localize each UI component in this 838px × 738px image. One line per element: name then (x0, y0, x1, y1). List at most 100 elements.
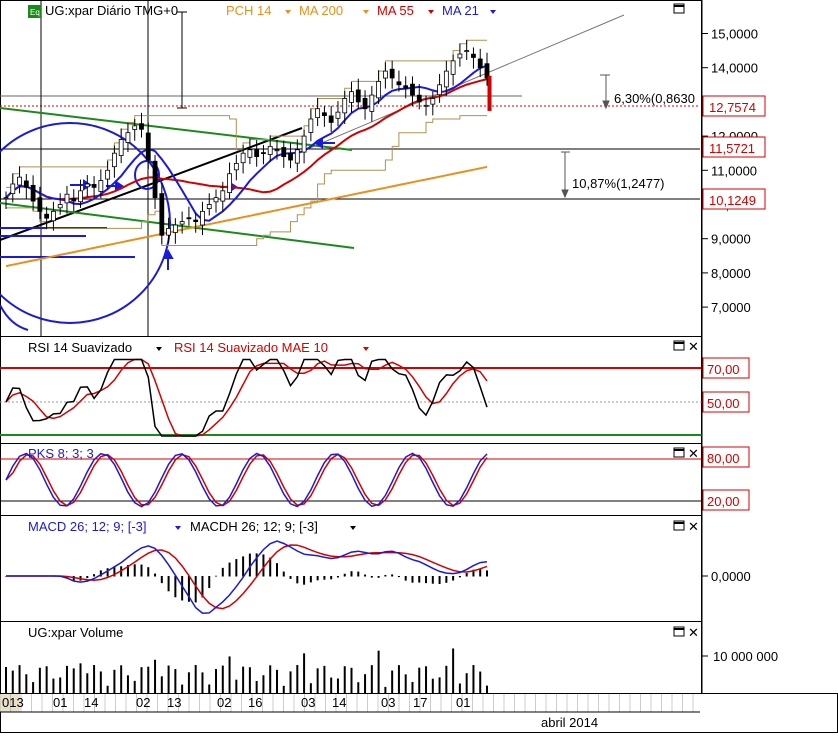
close-icon[interactable]: ✕ (688, 339, 699, 354)
pch-lower (6, 115, 487, 246)
candle (23, 180, 29, 188)
candle (423, 104, 429, 107)
chevron-down-icon (490, 10, 496, 14)
pks-level-20: 20,00 (707, 494, 740, 509)
legend-macd[interactable]: MACD 26; 12; 9; [-3] (28, 519, 147, 534)
legend-ma200[interactable]: MA 200 (299, 3, 343, 18)
price-tick-label: 14,0000 (711, 61, 758, 76)
candle (78, 190, 83, 203)
price-tick-label: 15,0000 (711, 27, 758, 42)
legend-pks[interactable]: PKS 8; 3; 3 (28, 446, 94, 461)
chevron-down-icon (428, 10, 434, 14)
candle (322, 112, 327, 116)
candle (71, 197, 77, 202)
candle (172, 224, 178, 233)
legend-symbol[interactable]: UG:xpar Diário TMG+0 (45, 3, 178, 18)
macd-zero-label: 0,0000 (711, 569, 751, 584)
legend-rsi[interactable]: RSI 14 Suavizado (28, 340, 132, 355)
pks-k-line[interactable] (5, 452, 488, 508)
candle (355, 89, 361, 103)
value-box-level-2: 10,1249 (702, 188, 766, 210)
time-axis[interactable]: 013 01 14 02 13 02 16 03 14 03 17 01 abr… (0, 694, 700, 730)
pks-d-line[interactable] (5, 453, 488, 507)
legend-pch[interactable]: PCH 14 (226, 3, 272, 18)
ma200-line[interactable] (5, 165, 488, 268)
candle (457, 53, 463, 59)
main-pane: 6,30%(0,8630 10,87%(1,2477) (0, 0, 700, 336)
rsi-line[interactable] (5, 358, 488, 437)
chart-window: 6,30%(0,8630 10,87%(1,2477) 15,0000 14,00… (0, 0, 838, 733)
legend-ma21[interactable]: MA 21 (442, 3, 479, 18)
candle (3, 197, 9, 200)
candle (294, 149, 300, 164)
candle (396, 81, 402, 86)
value-box-last: 12,7574 (702, 95, 766, 117)
candle (349, 91, 354, 103)
rsi-pane: RSI 14 Suavizado RSI 14 Suavizado MAE 10… (0, 336, 750, 443)
candle (261, 152, 266, 154)
candle (443, 70, 449, 88)
svg-text:11,5721: 11,5721 (709, 141, 755, 156)
candle (200, 210, 205, 226)
chevron-down-icon (175, 526, 181, 530)
candle (410, 83, 415, 96)
candle (145, 132, 151, 161)
legend-rsi-mae[interactable]: RSI 14 Suavizado MAE 10 (174, 340, 328, 355)
macd-line[interactable] (6, 540, 488, 614)
pch-band (6, 39, 487, 246)
candle (315, 108, 321, 119)
x-label: 02 (217, 695, 231, 710)
x-label: 14 (84, 695, 98, 710)
candle (233, 163, 239, 171)
legend-volume[interactable]: UG:xpar Volume (28, 625, 123, 640)
candle (64, 193, 70, 204)
candle (437, 84, 442, 96)
macd-signal-line[interactable] (6, 544, 488, 610)
candle (274, 149, 280, 152)
chevron-down-icon (363, 347, 369, 351)
candle (376, 80, 382, 99)
candle (389, 68, 395, 79)
candle (430, 98, 436, 105)
volume-pane: UG:xpar Volume ✕ 10 000 000 (5, 621, 778, 693)
chevron-down-icon (363, 10, 369, 14)
candle (369, 94, 375, 112)
volume-level-label: 10 000 000 (713, 649, 778, 664)
pks-pane: PKS 8; 3; 3 ✕ 80,00 20,00 (0, 443, 750, 515)
candle (213, 197, 219, 203)
legend-macdh[interactable]: MACDH 26; 12; 9; [-3] (190, 519, 318, 534)
legend-ma55[interactable]: MA 55 (377, 3, 414, 18)
candle (227, 173, 232, 194)
annotation-pct-2: 10,87%(1,2477) (572, 176, 665, 191)
candle (159, 193, 165, 236)
candle (84, 183, 90, 188)
close-icon[interactable]: ✕ (688, 519, 699, 534)
candle (10, 183, 16, 194)
candle (57, 204, 63, 209)
svg-text:Eq: Eq (30, 8, 40, 17)
candle (450, 60, 456, 75)
close-icon[interactable]: ✕ (688, 625, 699, 640)
pch-upper (6, 39, 487, 188)
candle (288, 153, 293, 161)
candle (139, 123, 144, 130)
close-icon[interactable]: ✕ (688, 446, 699, 461)
main-legend: Eq UG:xpar Diário TMG+0 PCH 14 MA 200 MA… (28, 3, 685, 18)
candle (44, 213, 50, 219)
price-tick-label: 7,0000 (711, 300, 751, 315)
candle (30, 184, 36, 202)
x-label: 13 (167, 695, 181, 710)
circle-tool[interactable] (0, 122, 171, 324)
chevron-down-icon (350, 526, 356, 530)
x-label: 16 (248, 695, 262, 710)
x-label-month: abril 2014 (541, 715, 598, 730)
price-axis: 15,000014,000013,000012,000011,000010,00… (701, 0, 758, 336)
candle (125, 132, 131, 143)
pks-level-80: 80,00 (707, 451, 740, 466)
candle (464, 50, 470, 52)
annotation-pct-1: 6,30%(0,8630 (614, 91, 695, 106)
chart-canvas: 6,30%(0,8630 10,87%(1,2477) 15,0000 14,00… (0, 0, 838, 733)
candle (342, 98, 348, 114)
x-label: 14 (332, 695, 346, 710)
x-label: 03 (381, 695, 395, 710)
